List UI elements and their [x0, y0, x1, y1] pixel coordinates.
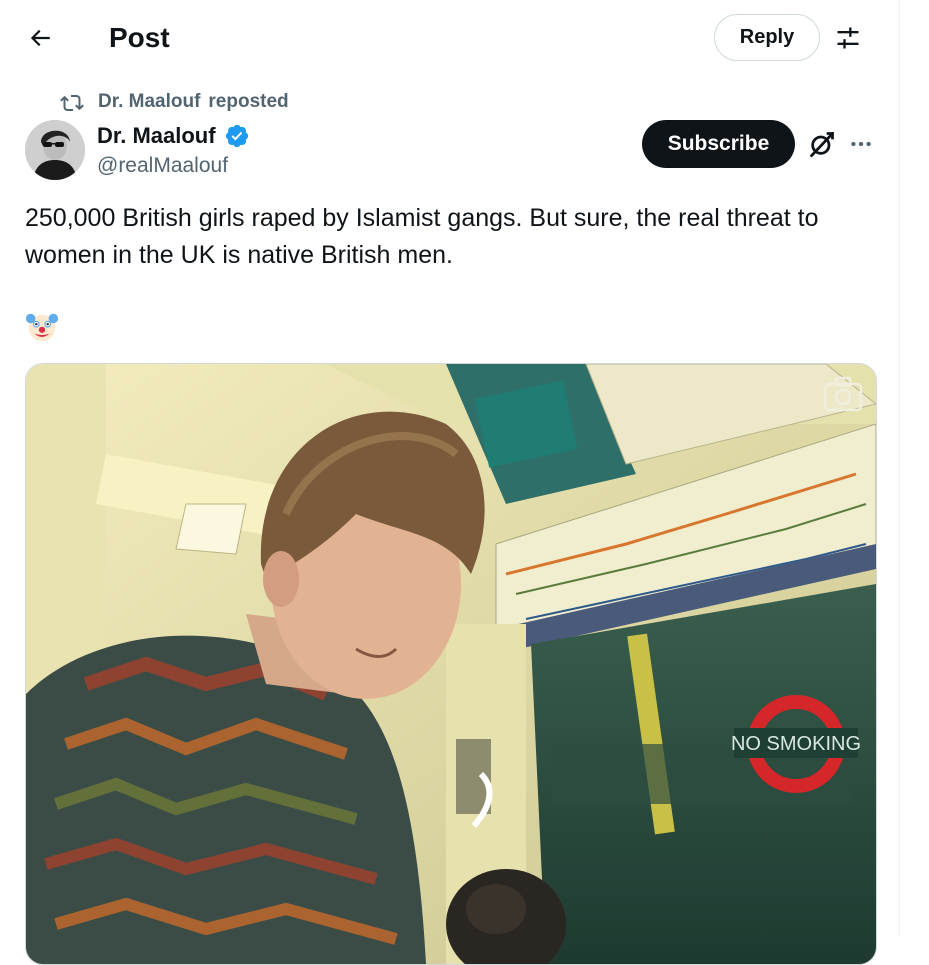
- verified-badge-icon[interactable]: [224, 123, 250, 149]
- repost-icon: [60, 91, 86, 113]
- back-button[interactable]: [20, 18, 60, 58]
- grok-button[interactable]: [803, 125, 841, 163]
- more-icon: [851, 141, 871, 147]
- author-handle[interactable]: @realMaalouf: [97, 152, 228, 180]
- post-image[interactable]: NO SMOKING: [25, 363, 877, 965]
- subscribe-button[interactable]: Subscribe: [642, 120, 795, 168]
- top-bar: Post Reply: [0, 0, 899, 76]
- repost-indicator: Dr. Maalouf reposted: [60, 90, 289, 114]
- reply-button[interactable]: Reply: [714, 14, 820, 61]
- author-name-text[interactable]: Dr. Maalouf: [97, 122, 216, 150]
- filter-icon: [837, 27, 859, 49]
- avatar[interactable]: [25, 120, 85, 180]
- post-column: Post Reply Dr. Maalouf reposted Dr. Maal…: [0, 0, 900, 965]
- repost-label: reposted: [208, 91, 289, 112]
- back-arrow-icon: [30, 29, 50, 47]
- no-smoking-sign: NO SMOKING: [731, 733, 861, 755]
- post-text: 250,000 British girls raped by Islamist …: [25, 204, 819, 269]
- author-name[interactable]: Dr. Maalouf: [97, 122, 250, 150]
- more-button[interactable]: [842, 125, 880, 163]
- filter-button[interactable]: [828, 18, 868, 58]
- grok-icon: [810, 132, 834, 158]
- clown-face-emoji: [25, 310, 59, 344]
- page-title: Post: [109, 22, 170, 53]
- repost-author-name[interactable]: Dr. Maalouf: [98, 91, 200, 113]
